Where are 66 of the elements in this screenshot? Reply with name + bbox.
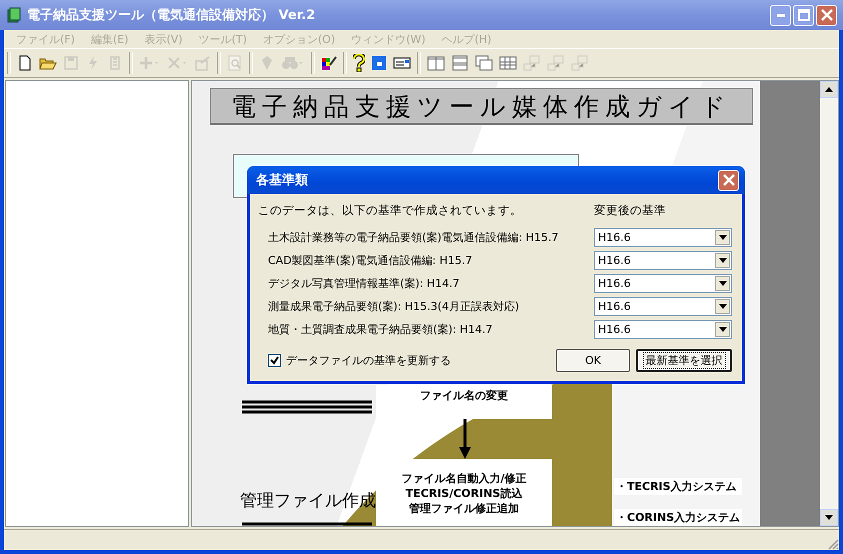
box-arrow-icon: [195, 55, 211, 71]
up-triangle-icon: [825, 87, 833, 92]
checkbox-label: データファイルの基準を更新する: [286, 352, 451, 368]
binoculars-icon: [281, 55, 305, 71]
column-heading: 変更後の基準: [594, 202, 667, 218]
magnifier-page-icon: [227, 55, 243, 71]
down-arrow: [459, 419, 471, 459]
vertical-scrollbar[interactable]: [820, 81, 838, 526]
process-text: 管理ファイル修正追加: [409, 501, 519, 516]
caret-icon: [718, 258, 726, 263]
blank-page-icon: [17, 55, 33, 71]
system-label: ・CORINS入力システム: [614, 509, 742, 526]
step-box: ファイル名の変更: [376, 385, 552, 419]
grid-icon: [499, 55, 517, 71]
two-column-icon: [427, 55, 445, 71]
window-title: 電子納品支援ツール（電気通信設備対応） Ver.2: [27, 6, 316, 24]
network-icon: [547, 55, 565, 71]
caret-icon: [718, 235, 726, 240]
caret-icon: [718, 304, 726, 309]
two-row-icon: [451, 55, 469, 71]
process-text: ファイル名自動入力/修正: [401, 471, 527, 486]
process-text: TECRIS/CORINS読込: [406, 486, 522, 501]
plus-icon: [139, 55, 161, 71]
standard-label: 地質・土質調査成果電子納品要領(案): H14.7: [268, 322, 493, 337]
standard-dropdown[interactable]: H16.6: [594, 251, 732, 270]
maximize-button[interactable]: [793, 4, 814, 26]
system-label: ・TECRIS入力システム: [614, 478, 742, 495]
stacked-windows-icon: [475, 55, 493, 71]
standard-label: 土木設計業務等の電子納品要領(案)電気通信設備編: H15.7: [268, 230, 559, 245]
gem-icon: [259, 55, 275, 71]
close-icon: [722, 174, 734, 186]
close-button[interactable]: [816, 4, 837, 26]
minimize-icon: [776, 14, 784, 16]
standard-label: 測量成果電子納品要領(案): H15.3(4月正誤表対応): [268, 299, 520, 314]
guide-banner: 電子納品支援ツール媒体作成ガイド: [210, 88, 753, 125]
network-icon: [523, 55, 541, 71]
checkbox[interactable]: [268, 354, 281, 366]
scroll-up-button[interactable]: [820, 81, 838, 98]
dialog-title: 各基準類: [256, 172, 308, 189]
standard-label: デジタル写真管理情報基準(案): H14.7: [268, 276, 460, 291]
dialog-button[interactable]: OK: [556, 348, 630, 372]
close-icon: [820, 9, 832, 21]
color-grid-icon: [321, 55, 337, 71]
toolbar-button[interactable]: [350, 52, 368, 74]
standard-label: CAD製図基準(案)電気通信設備編: H15.7: [268, 253, 472, 268]
caret-icon: [718, 281, 726, 286]
cross-icon: [167, 55, 189, 71]
scroll-down-button[interactable]: [820, 509, 838, 526]
down-triangle-icon: [825, 515, 833, 520]
window-icon: [371, 55, 387, 71]
dialog-button[interactable]: 最新基準を選択: [636, 348, 732, 372]
books-icon: [6, 7, 22, 23]
check-icon: [270, 356, 279, 364]
standard-dropdown[interactable]: H16.6: [594, 297, 732, 316]
standard-dropdown[interactable]: H16.6: [594, 274, 732, 293]
network-icon: [571, 55, 589, 71]
standard-dropdown[interactable]: H16.6: [594, 228, 732, 247]
minimize-button[interactable]: [770, 4, 791, 26]
caret-icon: [718, 327, 726, 332]
maximize-icon: [798, 9, 810, 21]
resize-grip-icon: [827, 538, 839, 550]
id-card-icon: [393, 55, 411, 71]
intro-text: このデータは、以下の基準で作成されています。: [258, 202, 522, 218]
standard-dropdown[interactable]: H16.6: [594, 320, 732, 339]
close-button[interactable]: [718, 170, 739, 190]
help-icon: [353, 54, 365, 72]
